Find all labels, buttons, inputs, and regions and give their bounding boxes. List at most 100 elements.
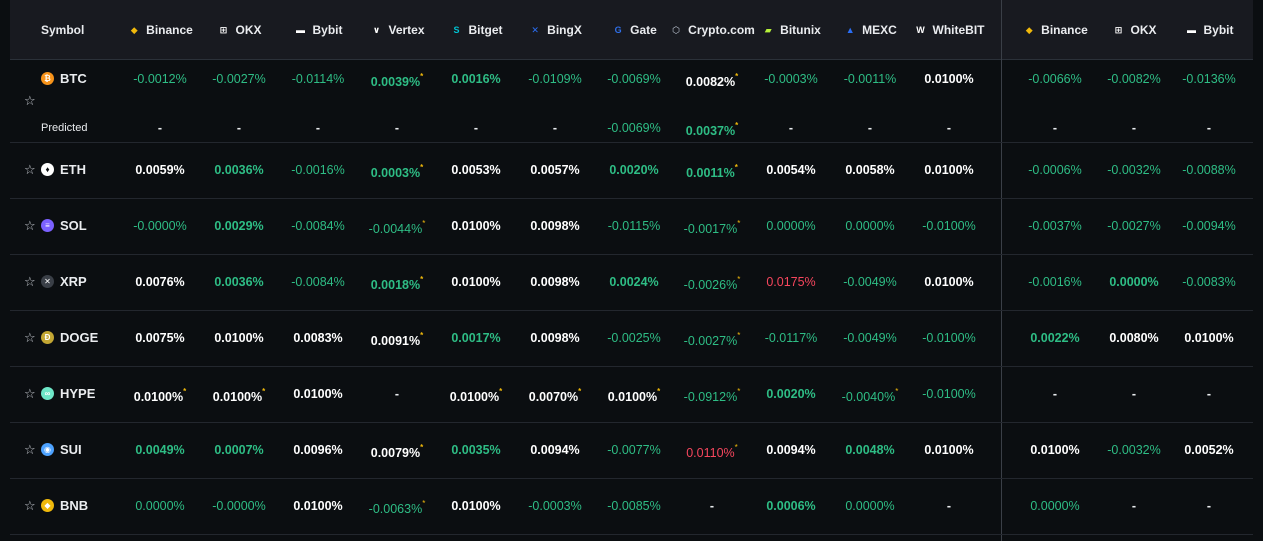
- funding-rate-cell[interactable]: 0.0100%: [199, 328, 279, 348]
- exchange-header-cryptocom[interactable]: ⬡ Crypto.com: [667, 0, 757, 59]
- funding-rate-cell[interactable]: 0.0018%*: [357, 272, 437, 292]
- funding-rate-cell[interactable]: 0.0080%: [1094, 328, 1174, 348]
- funding-rate-cell[interactable]: -: [1015, 118, 1095, 138]
- funding-rate-cell[interactable]: -: [830, 118, 910, 138]
- funding-rate-cell[interactable]: -0.0085%: [594, 496, 674, 516]
- funding-rate-cell[interactable]: -0.0069%: [594, 118, 674, 138]
- exchange-header-bingx[interactable]: ✕ BingX: [510, 0, 600, 59]
- funding-rate-cell[interactable]: -: [909, 118, 989, 138]
- funding-rate-cell[interactable]: -0.0109%: [515, 69, 595, 89]
- funding-rate-cell[interactable]: -0.0084%: [278, 216, 358, 236]
- funding-rate-cell[interactable]: -0.0117%: [751, 328, 831, 348]
- funding-rate-cell[interactable]: 0.0100%: [909, 440, 989, 460]
- table-row-sol[interactable]: ☆ ≡ SOL -0.0000% 0.0029% -0.0084% -0.0044%* 0.0…: [10, 199, 1253, 255]
- funding-rate-cell[interactable]: -: [199, 118, 279, 138]
- funding-rate-cell[interactable]: -0.0114%: [278, 69, 358, 89]
- funding-rate-cell[interactable]: -: [278, 118, 358, 138]
- symbol-label[interactable]: BTC: [60, 69, 87, 89]
- funding-rate-cell[interactable]: -: [1169, 118, 1249, 138]
- funding-rate-cell[interactable]: -0.0040%*: [830, 384, 910, 404]
- table-row-doge[interactable]: ☆ Ð DOGE 0.0075% 0.0100% 0.0083% 0.0091%* 0.001…: [10, 311, 1253, 367]
- funding-rate-cell[interactable]: 0.0100%: [1015, 440, 1095, 460]
- symbol-label[interactable]: XRP: [60, 272, 87, 292]
- funding-rate-cell[interactable]: -0.0912%*: [672, 384, 752, 404]
- funding-rate-cell[interactable]: 0.0100%: [909, 272, 989, 292]
- favorite-star-icon[interactable]: ☆: [24, 440, 36, 460]
- funding-rate-cell[interactable]: -0.0049%: [830, 272, 910, 292]
- funding-rate-cell[interactable]: 0.0098%: [515, 272, 595, 292]
- funding-rate-cell[interactable]: 0.0000%: [830, 216, 910, 236]
- funding-rate-cell[interactable]: 0.0020%: [751, 384, 831, 404]
- funding-rate-cell[interactable]: -0.0077%: [594, 440, 674, 460]
- funding-rate-cell[interactable]: 0.0100%: [278, 496, 358, 516]
- funding-rate-cell[interactable]: 0.0024%: [594, 272, 674, 292]
- exchange-header-bybit[interactable]: ▬ Bybit: [1164, 0, 1254, 59]
- funding-rate-cell[interactable]: 0.0082%*: [672, 69, 752, 89]
- exchange-header-mexc[interactable]: ▲ MEXC: [825, 0, 915, 59]
- symbol-label[interactable]: ETH: [60, 160, 86, 180]
- funding-rate-cell[interactable]: 0.0100%: [909, 69, 989, 89]
- funding-rate-cell[interactable]: 0.0100%*: [120, 384, 200, 404]
- funding-rate-cell[interactable]: 0.0094%: [515, 440, 595, 460]
- funding-rate-cell[interactable]: 0.0011%*: [672, 160, 752, 180]
- funding-rate-cell[interactable]: -: [1094, 384, 1174, 404]
- favorite-star-icon[interactable]: ☆: [24, 91, 36, 111]
- funding-rate-cell[interactable]: 0.0100%: [436, 272, 516, 292]
- funding-rate-cell[interactable]: 0.0035%: [436, 440, 516, 460]
- funding-rate-cell[interactable]: -0.0025%: [594, 328, 674, 348]
- symbol-label[interactable]: BNB: [60, 496, 88, 516]
- funding-rate-cell[interactable]: -0.0026%*: [672, 272, 752, 292]
- funding-rate-cell[interactable]: -: [515, 118, 595, 138]
- funding-rate-cell[interactable]: -0.0115%: [594, 216, 674, 236]
- funding-rate-cell[interactable]: -: [357, 384, 437, 404]
- funding-rate-cell[interactable]: -0.0049%: [830, 328, 910, 348]
- exchange-header-whitebit[interactable]: W WhiteBIT: [904, 0, 994, 59]
- funding-rate-cell[interactable]: -: [751, 118, 831, 138]
- funding-rate-cell[interactable]: -0.0012%: [120, 69, 200, 89]
- funding-rate-cell[interactable]: -: [909, 496, 989, 516]
- funding-rate-cell[interactable]: 0.0054%: [751, 160, 831, 180]
- symbol-label[interactable]: DOGE: [60, 328, 98, 348]
- funding-rate-cell[interactable]: 0.0091%*: [357, 328, 437, 348]
- funding-rate-cell[interactable]: -: [1015, 384, 1095, 404]
- symbol-column-header[interactable]: Symbol: [41, 0, 101, 59]
- funding-rate-cell[interactable]: 0.0003%*: [357, 160, 437, 180]
- funding-rate-cell[interactable]: 0.0079%*: [357, 440, 437, 460]
- funding-rate-cell[interactable]: -0.0032%: [1094, 160, 1174, 180]
- funding-rate-cell[interactable]: 0.0036%: [199, 160, 279, 180]
- funding-rate-cell[interactable]: -0.0063%*: [357, 496, 437, 516]
- funding-rate-cell[interactable]: -0.0032%: [1094, 440, 1174, 460]
- funding-rate-cell[interactable]: 0.0000%: [1094, 272, 1174, 292]
- funding-rate-cell[interactable]: -0.0084%: [278, 272, 358, 292]
- exchange-header-gate[interactable]: G Gate: [589, 0, 679, 59]
- funding-rate-cell[interactable]: 0.0000%: [120, 496, 200, 516]
- funding-rate-cell[interactable]: 0.0058%: [830, 160, 910, 180]
- funding-rate-cell[interactable]: 0.0057%: [515, 160, 595, 180]
- funding-rate-cell[interactable]: 0.0006%: [751, 496, 831, 516]
- funding-rate-cell[interactable]: -0.0044%*: [357, 216, 437, 236]
- funding-rate-cell[interactable]: -0.0100%: [909, 216, 989, 236]
- funding-rate-cell[interactable]: 0.0052%: [1169, 440, 1249, 460]
- funding-rate-cell[interactable]: 0.0000%: [1015, 496, 1095, 516]
- exchange-header-binance[interactable]: ◆ Binance: [115, 0, 205, 59]
- funding-rate-cell[interactable]: -0.0003%: [515, 496, 595, 516]
- funding-rate-cell[interactable]: -: [1169, 496, 1249, 516]
- funding-rate-cell[interactable]: -0.0003%: [751, 69, 831, 89]
- funding-rate-cell[interactable]: -0.0082%: [1094, 69, 1174, 89]
- funding-rate-cell[interactable]: 0.0070%*: [515, 384, 595, 404]
- exchange-header-vertex[interactable]: ∨ Vertex: [352, 0, 442, 59]
- favorite-star-icon[interactable]: ☆: [24, 216, 36, 236]
- funding-rate-cell[interactable]: 0.0100%*: [199, 384, 279, 404]
- favorite-star-icon[interactable]: ☆: [24, 328, 36, 348]
- exchange-header-bitget[interactable]: S Bitget: [431, 0, 521, 59]
- table-row-btc[interactable]: ☆ ₿ BTC -0.0012% -0.0027% -0.0114% 0.0039%* 0.0…: [10, 60, 1253, 143]
- funding-rate-cell[interactable]: 0.0020%: [594, 160, 674, 180]
- funding-rate-cell[interactable]: 0.0100%: [1169, 328, 1249, 348]
- funding-rate-cell[interactable]: 0.0053%: [436, 160, 516, 180]
- funding-rate-cell[interactable]: 0.0098%: [515, 216, 595, 236]
- funding-rate-cell[interactable]: 0.0100%: [909, 160, 989, 180]
- funding-rate-cell[interactable]: 0.0100%: [436, 496, 516, 516]
- funding-rate-cell[interactable]: 0.0007%: [199, 440, 279, 460]
- exchange-header-bitunix[interactable]: ▰ Bitunix: [746, 0, 836, 59]
- funding-rate-cell[interactable]: -0.0027%*: [672, 328, 752, 348]
